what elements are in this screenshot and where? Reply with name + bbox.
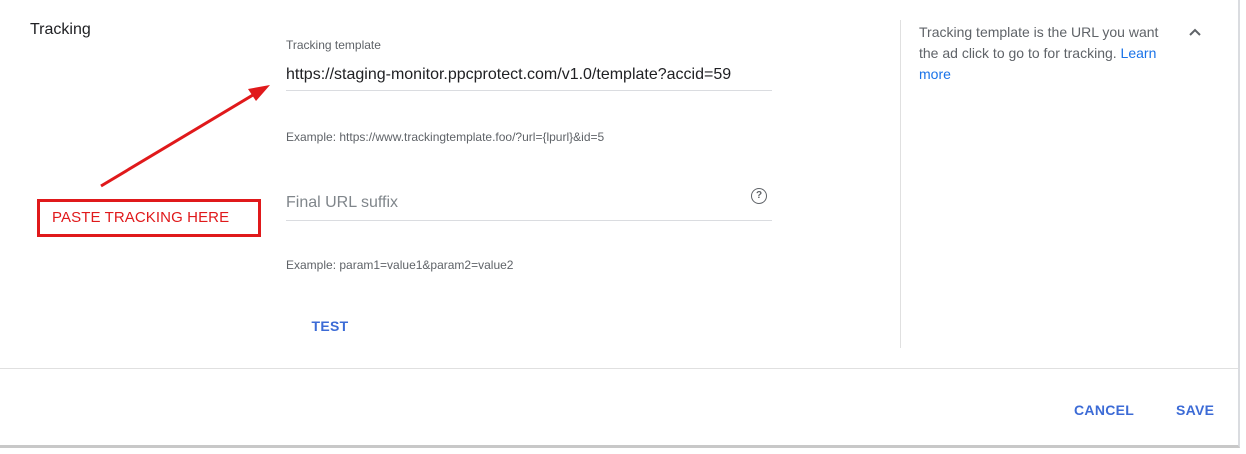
vertical-divider — [900, 20, 901, 348]
save-button[interactable]: SAVE — [1168, 392, 1222, 428]
final-url-suffix-example: Example: param1=value1&param2=value2 — [286, 258, 514, 272]
tracking-template-label: Tracking template — [286, 38, 381, 52]
final-url-suffix-input[interactable] — [286, 186, 772, 221]
tracking-template-input[interactable] — [286, 60, 772, 91]
annotation-callout: PASTE TRACKING HERE — [37, 199, 261, 237]
side-help-text: Tracking template is the URL you want th… — [919, 22, 1159, 85]
test-button[interactable]: TEST — [296, 308, 364, 344]
footer-divider — [0, 368, 1238, 369]
cancel-button[interactable]: CANCEL — [1066, 392, 1142, 428]
section-title: Tracking — [30, 21, 91, 38]
chevron-up-icon[interactable] — [1186, 24, 1204, 42]
help-circle-icon[interactable]: ? — [751, 188, 767, 204]
tracking-template-example: Example: https://www.trackingtemplate.fo… — [286, 130, 605, 144]
